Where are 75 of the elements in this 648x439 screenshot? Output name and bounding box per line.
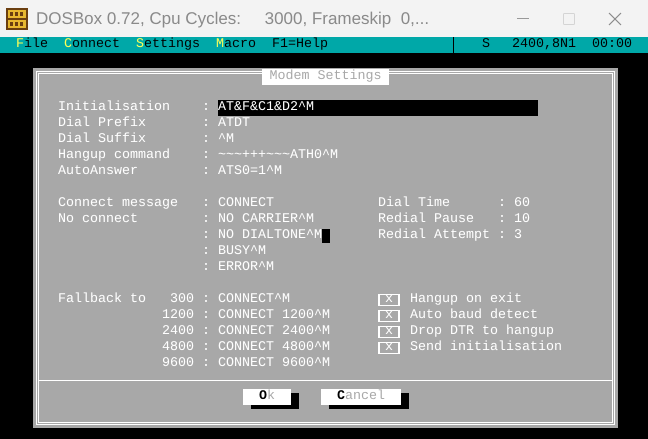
- colon: :: [202, 100, 211, 116]
- colon: :: [498, 196, 507, 212]
- menu-item[interactable]: Connect: [64, 37, 120, 53]
- colon: :: [202, 132, 211, 148]
- dialog-button[interactable]: Ok: [243, 389, 291, 405]
- colon: :: [498, 212, 507, 228]
- field-label: Hangup command: [58, 148, 170, 163]
- menu-item[interactable]: Macro: [216, 37, 256, 53]
- colon: :: [202, 244, 211, 260]
- checkbox[interactable]: x: [378, 326, 400, 338]
- timing-field[interactable]: 60: [514, 196, 530, 212]
- colon: :: [202, 116, 211, 132]
- colon: :: [202, 260, 211, 276]
- baud-rate: 1200: [162, 308, 194, 324]
- colon: :: [202, 196, 211, 212]
- dosbox-logo-icon: [6, 8, 28, 30]
- minimize-icon: [517, 18, 529, 20]
- message-field[interactable]: CONNECT: [218, 196, 274, 212]
- fallback-field[interactable]: CONNECT 4800^M: [218, 340, 330, 356]
- checkbox-option[interactable]: x Auto baud detect: [378, 308, 562, 324]
- baud-rate: 4800: [162, 340, 194, 356]
- fallback-field[interactable]: CONNECT 1200^M: [218, 308, 330, 324]
- colon: :: [202, 164, 211, 180]
- status-text: 00:00: [592, 37, 632, 53]
- menu-item[interactable]: Settings: [136, 37, 200, 53]
- colon: :: [202, 212, 211, 228]
- command-field[interactable]: ~~~+++~~~ATH0^M: [218, 148, 338, 164]
- field-label: Redial Attempt: [378, 228, 490, 243]
- checkbox[interactable]: x: [378, 294, 400, 306]
- checkbox-option[interactable]: x Hangup on exit: [378, 292, 562, 308]
- menu-item[interactable]: F1=Help: [272, 37, 328, 53]
- message-field[interactable]: BUSY^M: [218, 244, 266, 260]
- field-label: Dial Time: [378, 196, 450, 211]
- timing-field[interactable]: 10: [514, 212, 530, 228]
- field-label: AutoAnswer: [58, 164, 138, 179]
- fallback-field[interactable]: CONNECT^M: [218, 292, 290, 308]
- command-field[interactable]: ^M: [218, 132, 234, 148]
- dialog-button[interactable]: Cancel: [321, 389, 401, 405]
- message-field[interactable]: NO CARRIER^M: [218, 212, 314, 228]
- field-label: No connect: [58, 212, 138, 227]
- fallback-field[interactable]: CONNECT 2400^M: [218, 324, 330, 340]
- baud-rate: 300: [170, 292, 194, 308]
- command-field[interactable]: ATS0=1^M: [218, 164, 282, 180]
- colon: :: [202, 340, 211, 356]
- field-label: Redial Pause: [378, 212, 474, 227]
- colon: :: [202, 228, 211, 244]
- colon: :: [202, 308, 211, 324]
- colon: :: [202, 292, 211, 308]
- message-field[interactable]: ERROR^M: [218, 260, 274, 276]
- colon: :: [498, 228, 507, 244]
- colon: :: [202, 324, 211, 340]
- menu-item[interactable]: File: [16, 37, 48, 53]
- field-label: Initialisation: [58, 100, 170, 115]
- status-text: 2400,8N1: [512, 37, 576, 53]
- colon: :: [202, 148, 211, 164]
- checkbox[interactable]: x: [378, 310, 400, 322]
- timing-field[interactable]: 3: [514, 228, 522, 244]
- window-title: DOSBox 0.72, Cpu Cycles: 3000, Frameskip 0,...: [36, 8, 430, 30]
- checkbox[interactable]: x: [378, 342, 400, 354]
- baud-rate: 2400: [162, 324, 194, 340]
- command-field[interactable]: AT&F&C1&D2^M: [218, 100, 538, 116]
- close-icon: [608, 12, 622, 26]
- field-label: Dial Prefix: [58, 116, 146, 131]
- colon: :: [202, 356, 211, 372]
- checkbox-option[interactable]: x Drop DTR to hangup: [378, 324, 562, 340]
- field-label: Connect message: [58, 196, 178, 211]
- fallback-field[interactable]: CONNECT 9600^M: [218, 356, 330, 372]
- dialog-title: Modem Settings: [262, 69, 390, 85]
- fallback-label: Fallback to: [58, 292, 146, 307]
- field-label: Dial Suffix: [58, 132, 146, 147]
- status-text: S: [482, 37, 490, 53]
- checkbox-option[interactable]: x Send initialisation: [378, 340, 562, 356]
- baud-rate: 9600: [162, 356, 194, 372]
- command-field[interactable]: ATDT: [218, 116, 250, 132]
- message-field[interactable]: NO DIALTONE^M: [218, 228, 322, 244]
